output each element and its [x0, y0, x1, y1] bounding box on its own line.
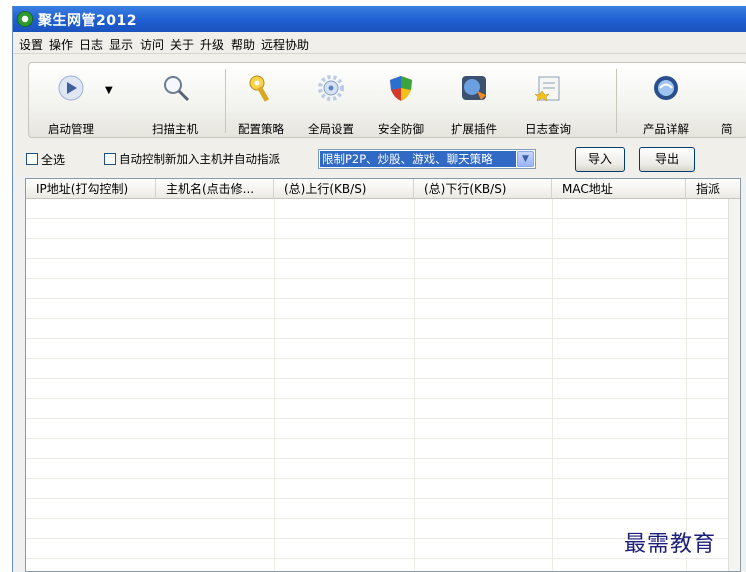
column-header-assign[interactable]: 指派 [686, 179, 740, 199]
app-icon [17, 11, 33, 27]
product-details-button[interactable]: 产品详解 [631, 63, 701, 139]
table-row[interactable] [26, 419, 740, 439]
plugin-icon [462, 76, 486, 100]
tool-label: 简 [721, 122, 733, 136]
table-header: IP地址(打勾控制) 主机名(点击修... (总)上行(KB/S) (总)下行(… [26, 179, 740, 199]
tool-label: 产品详解 [643, 122, 689, 136]
table-row[interactable] [26, 399, 740, 419]
window-title: 聚生网管2012 [38, 13, 137, 29]
toolbar-separator [225, 69, 226, 133]
menu-about[interactable]: 关于 [170, 36, 194, 53]
table-row[interactable] [26, 479, 740, 499]
tool-label: 启动管理 [48, 122, 94, 136]
policy-select[interactable]: 限制P2P、炒股、游戏、聊天策略 ▼ [318, 149, 536, 169]
dropdown-arrow-icon[interactable]: ▼ [105, 85, 113, 96]
menu-operation[interactable]: 操作 [49, 36, 73, 53]
tool-label: 配置策略 [238, 122, 284, 136]
select-all-label: 全选 [41, 153, 66, 167]
table-row[interactable] [26, 319, 740, 339]
table-row[interactable] [26, 439, 740, 459]
tool-label: 全局设置 [308, 122, 354, 136]
filter-row: 全选 自动控制新加入主机并自动指派 限制P2P、炒股、游戏、聊天策略 ▼ 导入 … [13, 142, 746, 176]
table-row[interactable] [26, 299, 740, 319]
column-header-ip[interactable]: IP地址(打勾控制) [26, 179, 156, 199]
host-table: IP地址(打勾控制) 主机名(点击修... (总)上行(KB/S) (总)下行(… [25, 178, 741, 572]
partial-toolbar-button[interactable]: 简 [721, 63, 746, 139]
config-policy-button[interactable]: 配置策略 [229, 63, 293, 139]
table-row[interactable] [26, 279, 740, 299]
auto-control-checkbox[interactable] [104, 153, 116, 165]
export-button[interactable]: 导出 [639, 147, 695, 172]
table-row[interactable] [26, 259, 740, 279]
watermark: 最需教育 [624, 532, 717, 557]
toolbar: 启动管理 ▼ 扫描主机 配置策略 全局设置 安全防御 扩展插件 日志查询 产品详… [13, 54, 746, 142]
menu-help[interactable]: 帮助 [231, 36, 255, 53]
select-all-checkbox[interactable] [26, 153, 38, 165]
table-row[interactable] [26, 339, 740, 359]
menu-log[interactable]: 日志 [79, 36, 103, 53]
table-row[interactable] [26, 199, 740, 219]
menu-upgrade[interactable]: 升级 [200, 36, 224, 53]
product-icon [654, 76, 678, 100]
auto-control-label: 自动控制新加入主机并自动指派 [119, 152, 280, 166]
extension-plugins-button[interactable]: 扩展插件 [439, 63, 509, 139]
table-row[interactable] [26, 379, 740, 399]
column-header-hostname[interactable]: 主机名(点击修... [156, 179, 274, 199]
table-row[interactable] [26, 459, 740, 479]
shield-icon [390, 76, 412, 101]
column-header-mac[interactable]: MAC地址 [552, 179, 686, 199]
table-row[interactable] [26, 239, 740, 259]
gear-icon [318, 75, 344, 101]
toolbar-separator [616, 69, 617, 133]
table-row[interactable] [26, 219, 740, 239]
tool-label: 扩展插件 [451, 122, 497, 136]
tool-label: 安全防御 [378, 122, 424, 136]
play-icon [58, 75, 84, 101]
magnifier-icon [164, 76, 190, 102]
table-row[interactable] [26, 359, 740, 379]
vertical-scrollbar[interactable] [728, 199, 740, 571]
key-icon [249, 75, 270, 102]
table-row[interactable] [26, 499, 740, 519]
menu-access[interactable]: 访问 [140, 36, 164, 53]
start-management-button[interactable]: 启动管理 [39, 63, 103, 139]
menu-remote-assist[interactable]: 远程协助 [261, 36, 309, 53]
log-icon [534, 76, 560, 102]
security-defense-button[interactable]: 安全防御 [369, 63, 433, 139]
menu-bar: 设置 操作 日志 显示 访问 关于 升级 帮助 远程协助 [13, 32, 746, 54]
column-header-upload[interactable]: (总)上行(KB/S) [274, 179, 414, 199]
toolbar-panel: 启动管理 ▼ 扫描主机 配置策略 全局设置 安全防御 扩展插件 日志查询 产品详… [28, 62, 746, 138]
policy-select-value: 限制P2P、炒股、游戏、聊天策略 [320, 151, 516, 167]
import-button[interactable]: 导入 [575, 147, 625, 172]
menu-settings[interactable]: 设置 [19, 36, 43, 53]
menu-view[interactable]: 显示 [109, 36, 133, 53]
tool-label: 日志查询 [525, 122, 571, 136]
title-bar[interactable]: 聚生网管2012 [13, 6, 746, 32]
chevron-down-icon[interactable]: ▼ [517, 151, 534, 167]
scan-hosts-button[interactable]: 扫描主机 [135, 63, 215, 139]
main-window: 聚生网管2012 设置 操作 日志 显示 访问 关于 升级 帮助 远程协助 启动… [12, 6, 746, 572]
table-row[interactable] [26, 559, 740, 571]
tool-label: 扫描主机 [152, 122, 198, 136]
log-query-button[interactable]: 日志查询 [513, 63, 583, 139]
global-settings-button[interactable]: 全局设置 [299, 63, 363, 139]
column-header-download[interactable]: (总)下行(KB/S) [414, 179, 552, 199]
